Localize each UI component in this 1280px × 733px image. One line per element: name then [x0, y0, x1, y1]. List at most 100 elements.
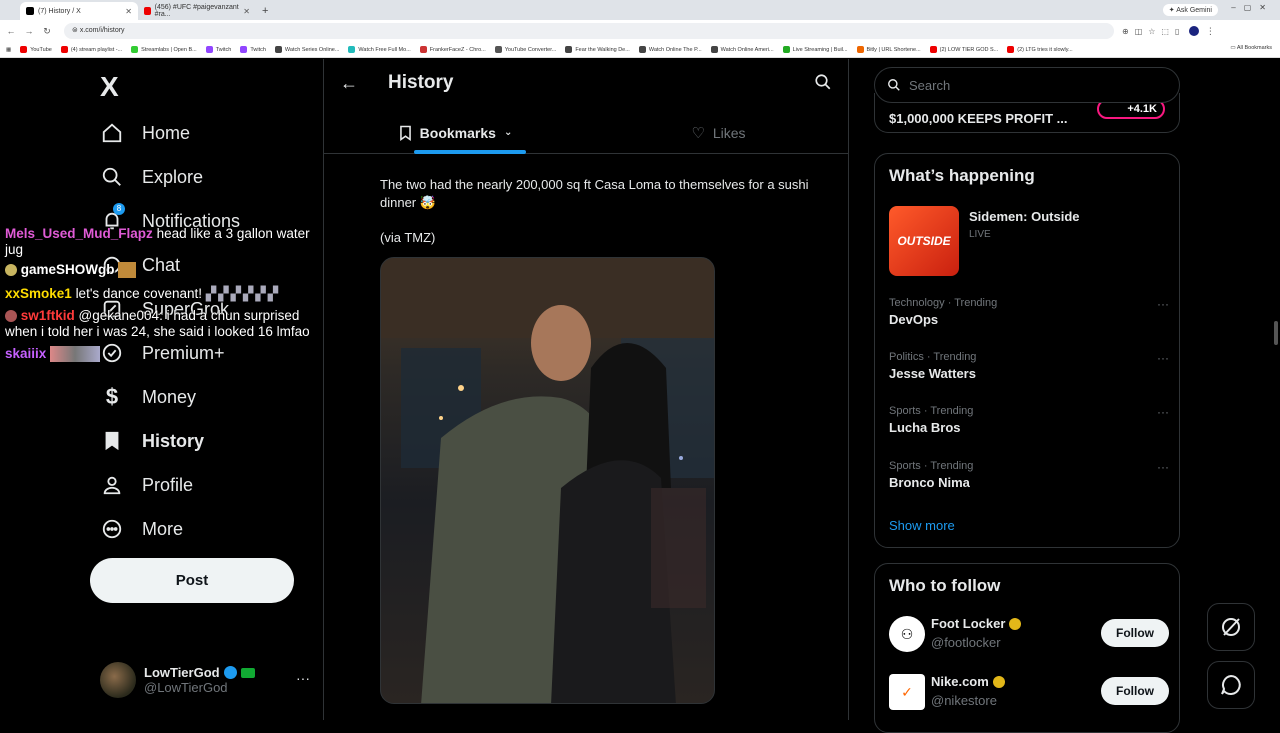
nav-label: Home	[142, 122, 191, 143]
x-logo[interactable]: X	[100, 71, 119, 103]
messages-float-button[interactable]	[1207, 661, 1255, 709]
tab-bookmarks[interactable]: Bookmarks ⌄	[324, 111, 587, 154]
bookmark-item[interactable]: (2) LTG tries it slowly...	[1007, 46, 1073, 53]
follow-button[interactable]: Follow	[1101, 677, 1169, 705]
nike-avatar: ✓	[889, 674, 925, 710]
chat-username: Mels_Used_Mud_Flapz	[5, 226, 153, 241]
forward-icon[interactable]: →	[22, 26, 36, 36]
event-name: Sidemen: Outside	[969, 209, 1080, 224]
bookmark-item[interactable]: FrankerFaceZ - Chro...	[419, 46, 486, 53]
toolbar-icons[interactable]: ⊕◫☆⬚▯	[1122, 27, 1185, 36]
bookmark-item[interactable]: YouTube	[20, 46, 52, 53]
trend-item[interactable]: Sports · Trending Lucha Bros ···	[889, 405, 1169, 435]
bookmark-item[interactable]: (4) stream playlist -...	[60, 46, 122, 53]
heart-icon: ♡	[691, 124, 705, 142]
column-header: ← History Bookmarks ⌄ ♡ Likes	[324, 59, 848, 154]
close-icon[interactable]: ✕	[125, 7, 132, 16]
bookmark-item[interactable]: Twitch	[205, 46, 231, 53]
browser-tab-history[interactable]: (7) History / X ✕	[20, 2, 138, 20]
all-bookmarks-label: All Bookmarks	[1236, 45, 1272, 51]
profile-name: LowTierGod	[144, 665, 220, 680]
more-icon[interactable]: ···	[296, 670, 310, 686]
menu-icon[interactable]: ⋮	[1203, 26, 1217, 37]
nav-item-more[interactable]: More	[100, 517, 183, 541]
chat-text: jug	[5, 242, 24, 257]
bookmark-item[interactable]: (2) LOW TIER GOD S...	[929, 46, 998, 53]
trend-item[interactable]: Politics · Trending Jesse Watters ···	[889, 351, 1169, 381]
person-icon	[100, 473, 124, 497]
bookmark-item[interactable]: Fear the Walking De...	[565, 46, 630, 53]
bookmark-label: Live Streaming | Buil...	[792, 46, 848, 53]
affiliate-badge-icon	[240, 667, 255, 678]
nav-item-home[interactable]: Home	[100, 121, 190, 145]
new-tab-icon[interactable]: +	[262, 2, 268, 20]
scrollbar-thumb[interactable]	[1274, 321, 1278, 345]
ask-gemini-button[interactable]: ✦ Ask Gemini	[1162, 4, 1218, 16]
url-field[interactable]: ⊜ x.com/i/history	[64, 23, 1114, 39]
bookmark-item[interactable]: Streamlabs | Open B...	[131, 46, 197, 53]
more-icon[interactable]: ···	[1157, 405, 1169, 419]
bookmark-item[interactable]: Bitly | URL Shortene...	[856, 46, 921, 53]
window-controls[interactable]: –▢✕	[1231, 3, 1274, 12]
nav-item-premium[interactable]: Premium+	[100, 341, 225, 365]
nav-item-money[interactable]: $ Money	[100, 384, 196, 409]
bookmark-label: Watch Online Ameri...	[720, 46, 774, 53]
more-icon[interactable]: ···	[1157, 297, 1169, 311]
nav-item-history[interactable]: History	[100, 429, 204, 453]
scrollbar[interactable]	[1272, 59, 1280, 720]
all-bookmarks-button[interactable]: ▭ All Bookmarks	[1230, 45, 1272, 51]
bookmark-label: YouTube Converter...	[504, 46, 557, 53]
reload-icon[interactable]: ↻	[40, 26, 54, 37]
trend-item[interactable]: Sports · Trending Bronco Nima ···	[889, 460, 1169, 490]
bookmark-item[interactable]: YouTube Converter...	[494, 46, 557, 53]
verified-business-icon	[992, 675, 1005, 688]
search-input[interactable]: Search	[874, 67, 1180, 103]
chat-message: sw1ftkid @gekane004: i had a chun surpri…	[5, 308, 299, 324]
tab-likes[interactable]: ♡ Likes	[587, 111, 848, 154]
trend-item[interactable]: Technology · Trending DevOps ···	[889, 297, 1169, 327]
bookmark-label: Watch Free Full Mo...	[358, 46, 411, 53]
chat-message: Mels_Used_Mud_Flapz head like a 3 gallon…	[5, 226, 310, 242]
bookmark-item[interactable]: Watch Online The P...	[638, 46, 702, 53]
follow-suggestion[interactable]: ⚇ Foot Locker @footlocker Follow	[889, 614, 1169, 654]
post-button[interactable]: Post	[90, 558, 294, 603]
close-icon[interactable]: ✕	[243, 7, 250, 16]
more-icon[interactable]: ···	[1157, 351, 1169, 365]
account-switcher[interactable]: LowTierGod @LowTierGod ···	[100, 662, 310, 698]
browser-tab-youtube[interactable]: (456) #UFC #paigevanzant #ra... ✕	[138, 2, 256, 20]
bookmark-item[interactable]: Twitch	[240, 46, 266, 53]
tweet-photo[interactable]	[380, 257, 715, 704]
nav-item-profile[interactable]: Profile	[100, 473, 193, 497]
back-icon[interactable]: ←	[4, 26, 18, 36]
nav-item-explore[interactable]: Explore	[100, 165, 203, 189]
emote-icon	[50, 346, 101, 363]
show-more-link[interactable]: Show more	[889, 518, 955, 533]
chat-message: jug	[5, 242, 23, 258]
bookmark-item[interactable]: Live Streaming | Buil...	[782, 46, 848, 53]
verified-business-icon	[1009, 617, 1022, 630]
follow-button[interactable]: Follow	[1101, 619, 1169, 647]
more-icon[interactable]: ···	[1157, 460, 1169, 474]
grok-float-button[interactable]	[1207, 603, 1255, 651]
bookmark-item[interactable]: Watch Online Ameri...	[710, 46, 774, 53]
promo-text: $1,000,000 KEEPS PROFIT ...	[889, 111, 1068, 126]
account-handle: @nikestore	[931, 693, 997, 708]
account-handle: @footlocker	[931, 635, 1001, 650]
bookmark-label: YouTube	[30, 46, 52, 53]
account-name: Nike.com	[931, 674, 989, 689]
profile-avatar-icon[interactable]	[1189, 26, 1200, 36]
browser-tab-bar: (7) History / X ✕ (456) #UFC #paigevanza…	[0, 0, 1280, 20]
search-icon[interactable]	[814, 73, 832, 96]
bookmark-item[interactable]: Watch Free Full Mo...	[348, 46, 411, 53]
bookmarks-bar: ▦ YouTube (4) stream playlist -... Strea…	[0, 42, 1280, 58]
bookmark-label: Watch Online The P...	[648, 46, 702, 53]
nav-label: More	[142, 518, 184, 539]
back-arrow-icon[interactable]: ←	[340, 73, 358, 94]
follow-suggestion[interactable]: ✓ Nike.com @nikestore Follow	[889, 672, 1169, 712]
live-event[interactable]: OUTSIDE Sidemen: Outside LIVE	[889, 206, 1169, 276]
bookmark-item[interactable]: Watch Series Online...	[274, 46, 339, 53]
message-icon	[1221, 674, 1241, 695]
bookmark-label: FrankerFaceZ - Chro...	[429, 46, 486, 53]
bookmark-icon	[399, 125, 411, 141]
apps-icon[interactable]: ▦	[6, 47, 11, 53]
